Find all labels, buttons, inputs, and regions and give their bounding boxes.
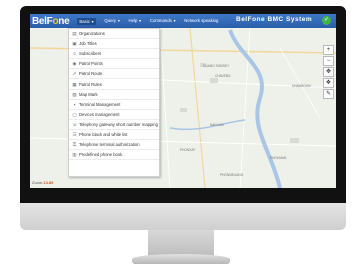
menu-help[interactable]: Help▼ [129,18,142,25]
zoom-status-value: 13.85 [43,180,54,185]
map-place-label: NAKHAM [210,123,224,127]
menu-item-patrol-route[interactable]: ➚ Patrol Route [69,69,159,80]
menu-basic-label: Basic [79,18,90,24]
monitor-stand-neck [148,230,214,256]
menu-item-label: Organizations [79,31,105,37]
brand-logo-main: BelF [32,15,53,27]
menu-item-label: Patrol Rules [79,81,102,87]
zoom-status: Zoom:13.85 [32,180,53,185]
map-place-label: PHONXAY [180,148,196,152]
users-icon: ☺ [72,51,77,57]
job-icon: ▣ [72,41,77,47]
chevron-down-icon: ▼ [90,19,95,24]
menu-item-job-titles[interactable]: ▣ Job Titles [69,39,159,50]
zoom-out-button[interactable]: − [323,56,334,66]
map-icon: ▧ [72,91,77,97]
measure-icon[interactable]: ✎ [323,89,334,99]
menu-commands-label: Commands [149,17,172,23]
menu-item-label: Telephony gateway short number mapping [79,121,158,127]
list-icon: ☰ [72,131,77,137]
menu-item-black-white-list[interactable]: ☰ Phone black and white list [69,130,159,141]
menu-item-terminal-authorization[interactable]: ⚿ Telephone terminal authorization [69,140,159,151]
menu-item-label: Terminal Management [79,101,121,107]
menu-item-gateway-short-number[interactable]: ☏ Telephony gateway short number mapping [69,120,159,130]
app-screen: MOEK GUANG SOMSEY CHAVENG KHAMBOUM NAKHA… [30,14,336,188]
menu-item-label: Telephone terminal authorization [79,142,140,148]
menu-item-label: Job Titles [79,41,97,47]
menu-item-subscribers[interactable]: ☺ Subscribers [69,49,159,60]
menu-commands[interactable]: Commands▼ [150,18,176,25]
menu-query-label: Query [104,17,117,23]
zoom-in-button[interactable]: + [323,45,334,55]
map-place-label: CHAVENG [215,74,231,78]
menu-help-label: Help [128,17,138,23]
terminal-icon: ▪ [73,101,76,107]
imac-monitor: MOEK GUANG SOMSEY CHAVENG KHAMBOUM NAKHA… [0,0,360,272]
menu-item-patrol-points[interactable]: ◉ Patrol Points [69,59,159,70]
layers-icon[interactable]: ❖ [323,78,334,88]
menu-item-label: Patrol Route [79,71,103,77]
menu-item-label: Patrol Points [79,61,103,67]
monitor-chin [20,203,346,230]
phone-icon: ☏ [72,121,78,127]
menu-item-label: Predefined phone book [79,152,123,158]
chevron-down-icon: ▼ [172,18,177,23]
leaf-icon[interactable]: ✓ [322,16,331,25]
menu-item-label: Devices management [79,111,120,117]
pin-icon: ◉ [72,61,77,67]
menu-item-terminal-management[interactable]: ▪ Terminal Management [69,100,159,110]
map-place-label: PHONMEUANG [220,173,244,177]
menu-network-speaking-label: Network speaking [184,17,219,23]
zoom-status-label: Zoom: [32,180,44,185]
menu-item-label: Phone black and white list [79,131,128,137]
zoom-controls: + − ✥ ❖ ✎ [323,45,334,100]
river [228,29,282,188]
menu-item-devices-management[interactable]: ▢ Devices management [69,110,159,120]
map-place-label: KHOUMAN [270,156,287,160]
menu-network-speaking[interactable]: Network speaking [184,18,218,25]
rules-icon: ▦ [72,81,77,87]
compass-icon[interactable]: ✥ [323,67,334,77]
device-icon: ▢ [72,111,77,117]
map-place-label: KHAMBOUM [292,84,311,88]
basic-dropdown-menu: ▤ Organizations ▣ Job Titles ☺ Subscribers … [68,28,160,177]
brand-logo-end: ne [58,15,70,27]
chevron-down-icon: ▼ [117,18,121,23]
key-icon: ⚿ [72,142,77,148]
map-place-label: GUANG SOMSEY [203,64,230,68]
top-navbar: BelFone Basic▼ Query▼ Help▼ Commands▼ Ne… [30,14,336,28]
menu-basic[interactable]: Basic▼ [77,17,97,25]
system-title: BelFone BMC System [236,16,313,23]
menu-item-label: Subscribers [79,51,102,57]
chevron-down-icon: ▼ [138,18,142,23]
menu-item-label: Map Mark [79,91,98,97]
menu-query[interactable]: Query▼ [104,18,120,25]
org-icon: ▤ [72,31,77,37]
book-icon: ▥ [72,152,77,158]
brand-logo[interactable]: BelFone [32,15,70,27]
menu-item-map-mark[interactable]: ▧ Map Mark [69,90,159,100]
menu-item-phone-book[interactable]: ▥ Predefined phone book [69,150,159,161]
menu-item-patrol-rules[interactable]: ▦ Patrol Rules [69,79,159,90]
menu-item-organizations[interactable]: ▤ Organizations [69,29,159,40]
main-menu: Basic▼ Query▼ Help▼ Commands▼ Network sp… [77,17,226,25]
monitor-stand-foot [132,254,230,264]
route-icon: ➚ [72,71,77,77]
